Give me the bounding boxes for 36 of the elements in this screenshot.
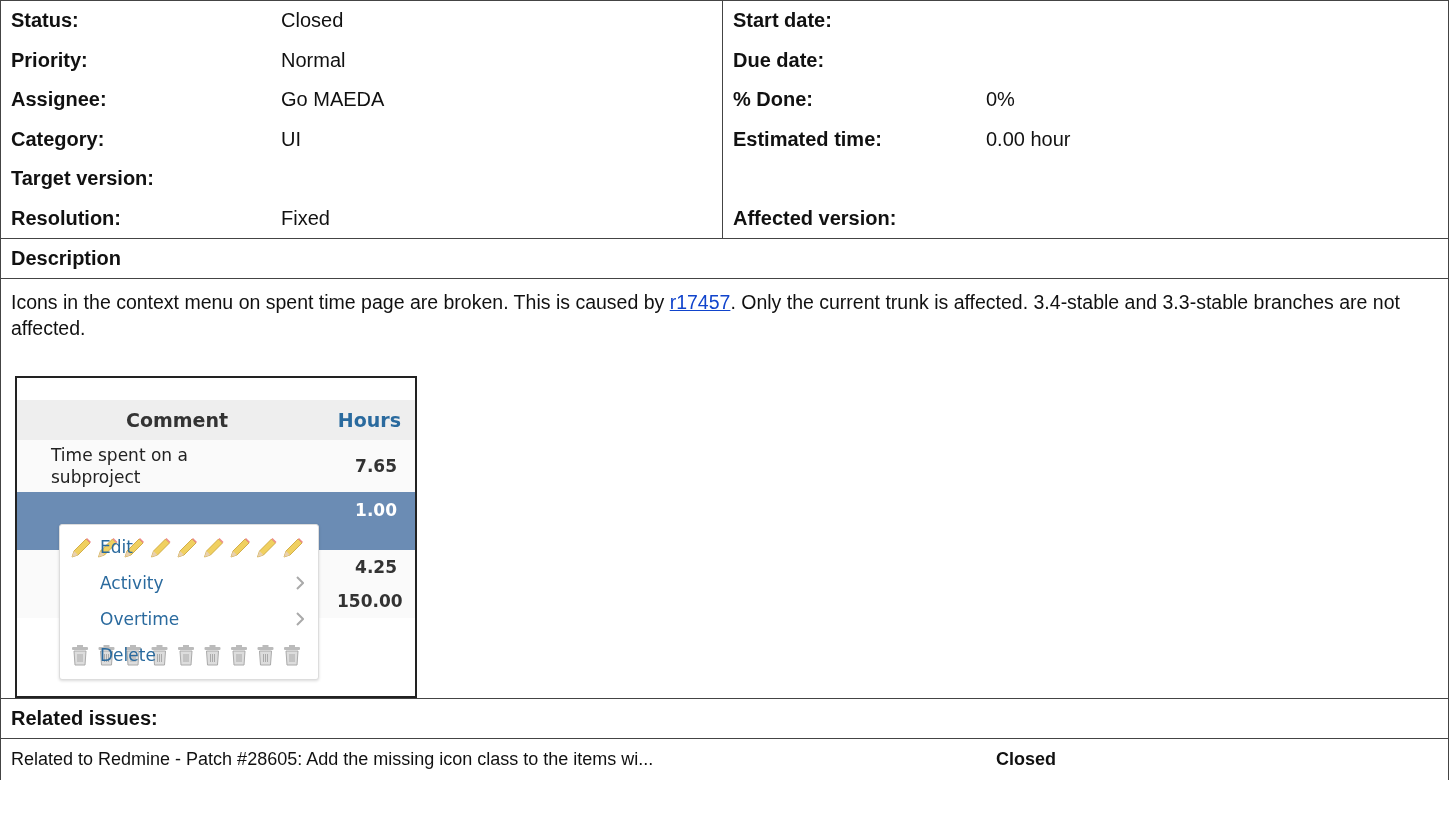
field-label: Category: xyxy=(11,127,106,151)
table-cell: 4.25 xyxy=(355,556,397,577)
menu-item[interactable]: Activity xyxy=(100,572,164,593)
section-heading: Description xyxy=(1,239,1448,279)
column-header: Hours xyxy=(337,408,402,431)
table-cell: 7.65 xyxy=(355,455,397,476)
field-value: Closed xyxy=(281,9,345,33)
field-label: Assignee: xyxy=(11,88,108,112)
field-label: % Done: xyxy=(733,88,814,112)
table-cell: 150.00 xyxy=(337,590,403,611)
chevron-right-icon xyxy=(296,611,304,626)
field-label: Estimated time: xyxy=(733,127,883,151)
field-value: Normal xyxy=(281,48,347,72)
table-cell: Time spent on a subproject xyxy=(51,444,188,487)
field-label: Resolution: xyxy=(11,206,122,230)
field-value: Go MAEDA xyxy=(281,88,386,112)
menu-item[interactable]: Overtime xyxy=(100,608,180,629)
field-label: Start date: xyxy=(733,9,833,33)
field-value: 0.00 hour xyxy=(986,127,1072,151)
related-issue-link[interactable]: Related to Redmine - Patch #28605: Add the missing icon class to the items wi... xyxy=(11,748,996,770)
field-label: Target version: xyxy=(11,167,155,191)
column-header: Comment xyxy=(124,408,230,431)
field-value: 0% xyxy=(986,88,1016,112)
section-heading: Related issues: xyxy=(1,698,1448,739)
field-label: Due date: xyxy=(733,48,826,72)
field-label: Status: xyxy=(11,9,80,33)
revision-link[interactable]: r17457 xyxy=(669,291,731,313)
menu-item[interactable]: Delete xyxy=(100,644,156,665)
description-text: Icons in the context menu on spent time page are broken. This is caused by r17457. Only the current trunk is affected. 3.4-stable and 3.3-stable branches are not affected. xyxy=(10,290,1401,342)
field-label: Affected version: xyxy=(733,206,898,230)
table-cell: 1.00 xyxy=(355,499,397,520)
issue-status: Closed xyxy=(996,748,1057,770)
field-value: UI xyxy=(281,127,302,151)
chevron-right-icon xyxy=(296,575,304,590)
field-label: Priority: xyxy=(11,48,89,72)
field-value: Fixed xyxy=(281,206,331,230)
